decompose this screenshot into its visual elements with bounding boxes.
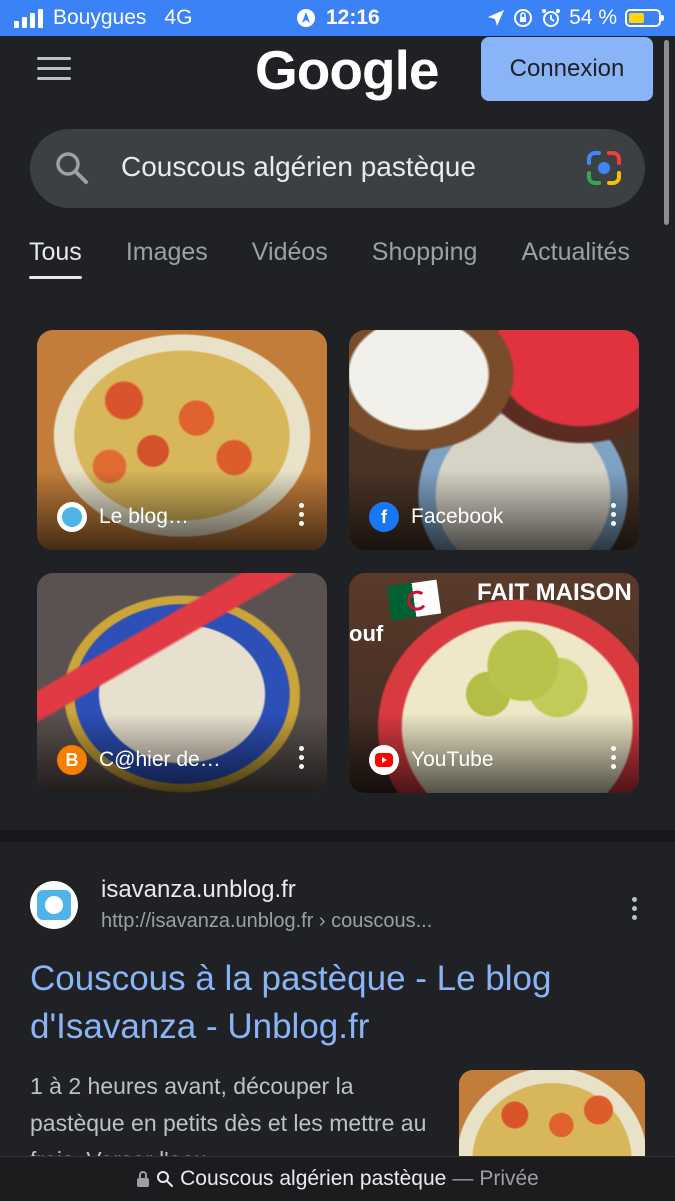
image-result[interactable]: f Facebook [349,330,639,550]
algeria-flag-icon [386,579,442,621]
alarm-icon [542,9,561,27]
globe-icon [57,502,87,532]
network-type: 4G [164,6,193,29]
private-browsing-bar[interactable]: Couscous algérien pastèque — Privée [0,1156,675,1201]
result-site-name[interactable]: isavanza.unblog.fr [101,876,296,904]
clock: 12:16 [326,6,380,29]
location-arrow-icon [488,10,505,26]
result-title-link[interactable]: Couscous à la pastèque - Le blog d'Isava… [30,955,630,1051]
tab-shopping[interactable]: Shopping [372,238,478,279]
image-result[interactable]: Le blog… [37,330,327,550]
video-overlay-side: ouf [349,621,384,646]
battery-percent: 54 % [569,6,617,29]
private-mode-label: Privée [479,1167,539,1190]
search-icon [157,1171,174,1187]
more-options-icon[interactable] [299,746,305,773]
carrier-name: Bouygues [53,6,147,29]
scrollbar[interactable] [664,40,669,225]
search-bar[interactable]: Couscous algérien pastèque [30,129,645,208]
result-url[interactable]: http://isavanza.unblog.fr › couscous... [101,910,432,933]
menu-icon[interactable] [37,57,71,81]
more-options-icon[interactable] [632,897,638,924]
status-bar: Bouygues 4G 12:16 54 % [0,0,675,36]
google-logo[interactable]: Google [255,38,439,102]
battery-icon [625,9,664,27]
more-options-icon[interactable] [299,503,305,530]
result-thumbnail[interactable] [459,1070,645,1170]
image-result[interactable]: FAIT MAISON ouf YouTube [349,573,639,793]
youtube-icon [369,745,399,775]
more-options-icon[interactable] [611,746,617,773]
search-input[interactable]: Couscous algérien pastèque [121,151,476,183]
tab-news[interactable]: Actualités [521,238,629,279]
address-query: Couscous algérien pastèque [180,1167,447,1190]
more-options-icon[interactable] [611,503,617,530]
tab-all[interactable]: Tous [29,238,82,279]
image-source: Le blog… [99,505,189,528]
rotation-lock-icon [514,9,533,27]
google-lens-icon[interactable] [585,149,623,187]
search-tabs: Tous Images Vidéos Shopping Actualités [29,238,674,279]
image-result[interactable]: B C@hier de… [37,573,327,793]
tab-videos[interactable]: Vidéos [252,238,328,279]
video-overlay-title: FAIT MAISON [477,579,632,606]
signin-button[interactable]: Connexion [481,37,653,101]
tab-images[interactable]: Images [126,238,208,279]
image-source: YouTube [411,748,494,771]
site-favicon [30,881,78,929]
separator: — [452,1167,474,1190]
lock-icon [137,1171,150,1187]
image-source: C@hier de… [99,748,221,771]
section-divider [0,830,675,842]
search-icon[interactable] [54,150,90,186]
signal-icon [14,8,43,28]
facebook-icon: f [369,502,399,532]
image-source: Facebook [411,505,504,528]
blogger-icon: B [57,745,87,775]
navigation-icon [297,9,315,27]
